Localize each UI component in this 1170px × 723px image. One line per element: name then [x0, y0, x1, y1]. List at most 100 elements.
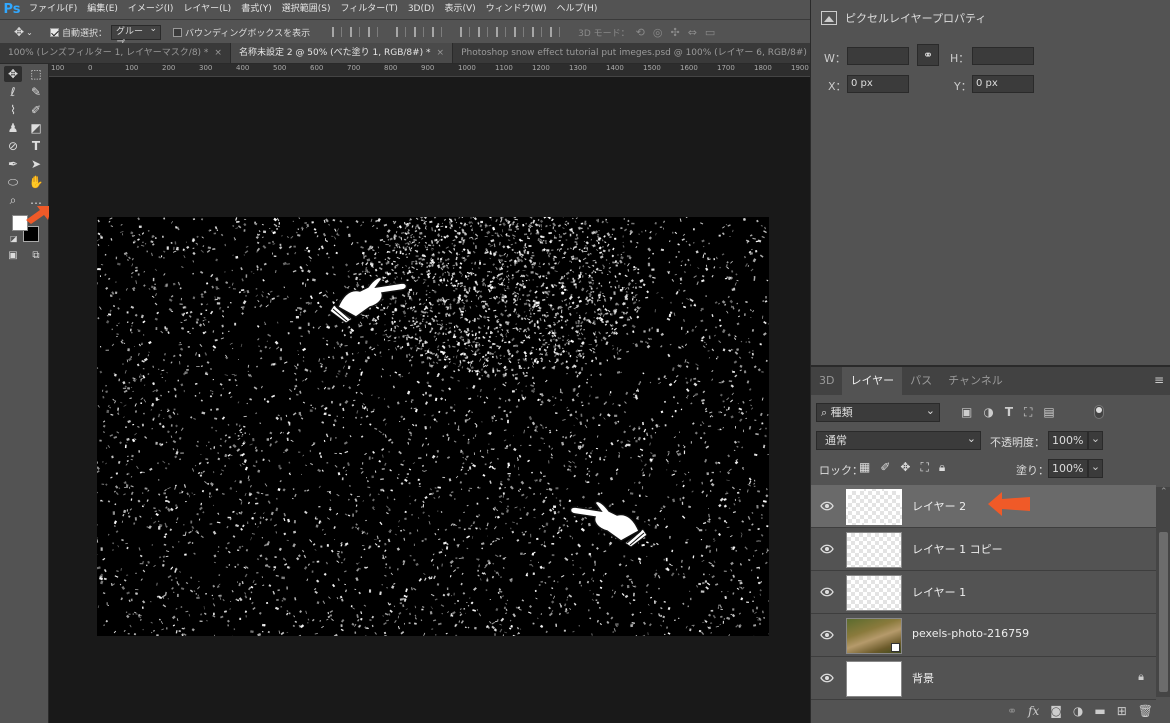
- opacity-input[interactable]: 100%: [1048, 431, 1088, 450]
- x-input[interactable]: 0 px: [847, 75, 909, 93]
- new-adjustment-layer-icon[interactable]: ◑: [1073, 704, 1083, 718]
- filter-shape-icon[interactable]: ⛶: [1024, 405, 1032, 420]
- layer-name[interactable]: 背景: [912, 670, 934, 686]
- layer-row[interactable]: 背景 🔒︎: [811, 657, 1156, 700]
- layers-scrollbar-thumb[interactable]: [1159, 532, 1168, 692]
- auto-select-checkbox[interactable]: 自動選択：: [50, 26, 107, 39]
- delete-layer-icon[interactable]: 🗑︎: [1138, 704, 1153, 718]
- 3d-orbit-icon[interactable]: ⟲: [636, 26, 645, 39]
- fill-input[interactable]: 100%: [1048, 459, 1088, 478]
- y-input[interactable]: 0 px: [972, 75, 1034, 93]
- document-tab[interactable]: Photoshop snow effect tutorial put imege…: [453, 43, 837, 63]
- hand-tool-icon[interactable]: ✋: [27, 174, 45, 190]
- layer-row[interactable]: レイヤー 2: [811, 485, 1156, 528]
- document-tab[interactable]: 名称未設定 2 @ 50% (べた塗り 1, RGB/8#) * ×: [230, 43, 454, 63]
- eye-visibility-icon[interactable]: [820, 542, 834, 556]
- layer-name[interactable]: レイヤー 1: [912, 584, 966, 600]
- ellipse-tool-icon[interactable]: ⬭: [4, 174, 22, 190]
- link-layers-icon[interactable]: ⚭: [1007, 704, 1017, 718]
- document-tab[interactable]: 100% (レンズフィルター 1, レイヤーマスク/8) * ×: [0, 43, 231, 63]
- zoom-tool-icon[interactable]: ⌕: [4, 192, 22, 208]
- panel-tab[interactable]: レイヤー: [842, 367, 903, 395]
- show-bounding-box-checkbox[interactable]: バウンディングボックスを表示: [173, 26, 310, 39]
- panel-tab[interactable]: 3D: [811, 367, 842, 395]
- type-tool-icon[interactable]: T: [27, 138, 45, 154]
- distribute-right-icon[interactable]: [550, 27, 561, 37]
- layer-row[interactable]: pexels-photo-216759: [811, 614, 1156, 657]
- close-icon[interactable]: ×: [437, 43, 445, 63]
- lock-icon[interactable]: 🔒︎: [1138, 670, 1144, 684]
- path-select-tool-icon[interactable]: ➤: [27, 156, 45, 172]
- layer-row[interactable]: レイヤー 1 コピー: [811, 528, 1156, 571]
- layer-name[interactable]: レイヤー 2: [912, 498, 966, 514]
- align-vcenter-icon[interactable]: [350, 27, 361, 37]
- blend-mode-dropdown[interactable]: 通常 ⌄: [816, 431, 981, 450]
- filter-toggle-icon[interactable]: [1094, 405, 1104, 419]
- new-layer-icon[interactable]: ⊞: [1117, 704, 1127, 718]
- close-icon[interactable]: ×: [214, 43, 222, 63]
- width-input[interactable]: [847, 47, 909, 65]
- fill-slider-toggle[interactable]: ⌄: [1088, 459, 1103, 478]
- layer-style-fx-icon[interactable]: fx: [1028, 704, 1039, 718]
- panel-tab[interactable]: パス: [902, 367, 940, 395]
- align-hcenter-icon[interactable]: [414, 27, 425, 37]
- align-bottom-icon[interactable]: [368, 27, 379, 37]
- menu-item[interactable]: ヘルプ(H): [552, 0, 603, 19]
- lock-image-pixels-icon[interactable]: ✐: [880, 460, 890, 475]
- align-left-icon[interactable]: [396, 27, 407, 37]
- menu-item[interactable]: 選択範囲(S): [277, 0, 336, 19]
- quick-mask-icon[interactable]: ▣: [4, 248, 22, 264]
- layer-name[interactable]: pexels-photo-216759: [912, 627, 1029, 640]
- align-top-icon[interactable]: [332, 27, 343, 37]
- filter-type-icon[interactable]: T: [1005, 405, 1013, 420]
- opacity-slider-toggle[interactable]: ⌄: [1088, 431, 1103, 450]
- menu-item[interactable]: 3D(D): [403, 0, 440, 19]
- default-colors-icon[interactable]: ◪: [10, 234, 18, 243]
- 3d-scale-icon[interactable]: ▭: [705, 26, 715, 39]
- screen-mode-icon[interactable]: ⧉: [27, 248, 45, 264]
- link-dimensions-icon[interactable]: ⚭: [917, 44, 939, 66]
- dodge-tool-icon[interactable]: ⊘: [4, 138, 22, 154]
- scroll-up-icon[interactable]: ⌃: [1160, 487, 1168, 497]
- 3d-pan-icon[interactable]: ✣: [670, 26, 679, 39]
- document-canvas[interactable]: [97, 217, 769, 636]
- distribute-hcenter-icon[interactable]: [532, 27, 543, 37]
- layer-row[interactable]: レイヤー 1: [811, 571, 1156, 614]
- 3d-slide-icon[interactable]: ⇔: [688, 26, 697, 39]
- eye-visibility-icon[interactable]: [820, 585, 834, 599]
- new-group-folder-icon[interactable]: ▬: [1094, 704, 1105, 718]
- stamp-tool-icon[interactable]: ♟: [4, 120, 22, 136]
- distribute-left-icon[interactable]: [514, 27, 525, 37]
- eye-visibility-icon[interactable]: [820, 671, 834, 685]
- move-tool-icon[interactable]: ✥: [4, 66, 22, 82]
- lasso-tool-icon[interactable]: ℓ: [4, 84, 22, 100]
- 3d-roll-icon[interactable]: ◎: [653, 26, 663, 39]
- quick-select-tool-icon[interactable]: ✎: [27, 84, 45, 100]
- brush-tool-icon[interactable]: ✐: [27, 102, 45, 118]
- auto-select-target-dropdown[interactable]: グループ: [111, 23, 162, 50]
- distribute-vcenter-icon[interactable]: [478, 27, 489, 37]
- layer-filter-dropdown[interactable]: ⌕ 種類 ⌄: [816, 403, 940, 422]
- menu-item[interactable]: イメージ(I): [123, 0, 179, 19]
- move-tool-preset-picker[interactable]: ✥ ⌄: [14, 25, 42, 39]
- menu-item[interactable]: 書式(Y): [236, 0, 277, 19]
- filter-pixel-icon[interactable]: ▣: [961, 405, 972, 420]
- height-input[interactable]: [972, 47, 1034, 65]
- eye-visibility-icon[interactable]: [820, 628, 834, 642]
- menu-item[interactable]: 編集(E): [82, 0, 123, 19]
- menu-item[interactable]: 表示(V): [439, 0, 480, 19]
- eraser-tool-icon[interactable]: ◩: [27, 120, 45, 136]
- marquee-tool-icon[interactable]: ⬚: [27, 66, 45, 82]
- panel-tab[interactable]: チャンネル: [940, 367, 1011, 395]
- add-mask-icon[interactable]: ◙: [1050, 704, 1062, 718]
- lock-position-icon[interactable]: ✥: [900, 460, 910, 475]
- filter-adjustment-icon[interactable]: ◑: [983, 405, 993, 420]
- filter-smart-object-icon[interactable]: ▤: [1043, 405, 1054, 420]
- eye-visibility-icon[interactable]: [820, 499, 834, 513]
- layer-name[interactable]: レイヤー 1 コピー: [912, 541, 1003, 557]
- panel-menu-icon[interactable]: ≡: [1154, 373, 1164, 387]
- distribute-bottom-icon[interactable]: [496, 27, 507, 37]
- lock-artboard-icon[interactable]: ⛶: [920, 460, 928, 475]
- distribute-top-icon[interactable]: [460, 27, 471, 37]
- pen-tool-icon[interactable]: ✒: [4, 156, 22, 172]
